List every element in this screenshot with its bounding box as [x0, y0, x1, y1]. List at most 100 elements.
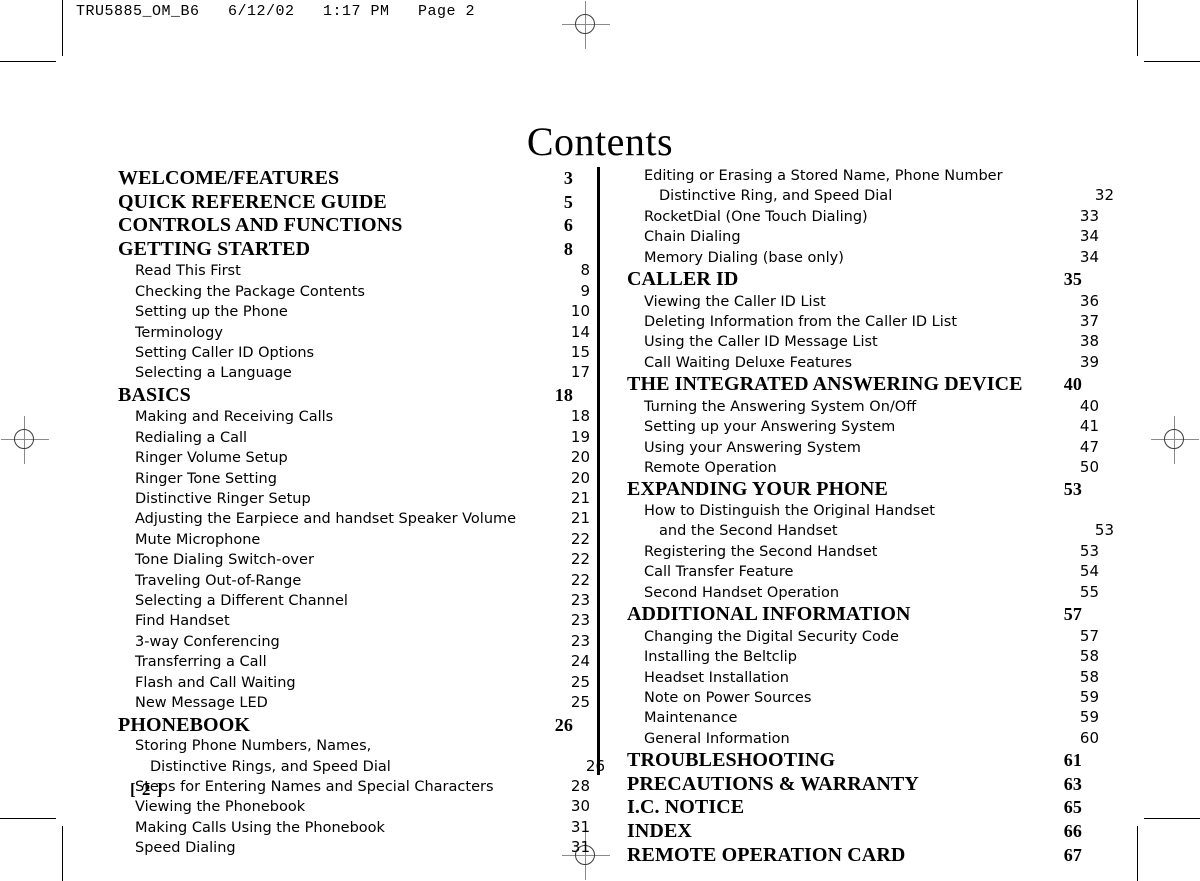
toc-entry[interactable]: Using your Answering System 47	[627, 438, 1099, 458]
toc-entry[interactable]: Terminology 14	[118, 323, 590, 343]
toc-page-number: 47	[1079, 437, 1099, 456]
crop-mark-top-right-horizontal	[1144, 61, 1200, 62]
toc-entry[interactable]: Distinctive Ringer Setup 21	[118, 489, 590, 509]
toc-entry[interactable]: and the Second Handset 53	[627, 521, 1114, 541]
toc-section-heading[interactable]: QUICK REFERENCE GUIDE 5	[118, 191, 573, 215]
toc-section-heading[interactable]: PRECAUTIONS & WARRANTY 63	[627, 773, 1082, 797]
toc-section-label: WELCOME/FEATURES	[118, 167, 340, 189]
toc-section-heading[interactable]: INDEX 66	[627, 820, 1082, 844]
toc-entry[interactable]: Note on Power Sources 59	[627, 688, 1099, 708]
toc-entry[interactable]: Ringer Tone Setting 20	[118, 469, 590, 489]
toc-page-number: 14	[570, 322, 590, 341]
toc-entry[interactable]: Remote Operation 50	[627, 458, 1099, 478]
toc-entry[interactable]: Using the Caller ID Message List 38	[627, 332, 1099, 352]
toc-entry-label: Chain Dialing	[644, 229, 741, 246]
toc-entry[interactable]: Storing Phone Numbers, Names,	[118, 737, 590, 756]
toc-page-number: 18	[570, 407, 590, 426]
toc-section-label: QUICK REFERENCE GUIDE	[118, 190, 387, 213]
toc-entry[interactable]: Find Handset 23	[118, 611, 590, 631]
toc-entry[interactable]: Maintenance 59	[627, 708, 1099, 728]
toc-section-heading[interactable]: THE INTEGRATED ANSWERING DEVICE 40	[627, 373, 1082, 397]
toc-section-label: REMOTE OPERATION CARD	[627, 843, 906, 866]
toc-entry[interactable]: Viewing the Caller ID List 36	[627, 292, 1099, 312]
toc-entry[interactable]: Call Transfer Feature 54	[627, 562, 1099, 582]
toc-section-heading[interactable]: REMOTE OPERATION CARD 67	[627, 844, 1082, 868]
toc-entry[interactable]: Tone Dialing Switch-over 22	[118, 550, 590, 570]
toc-page-number: 20	[570, 468, 590, 487]
toc-entry[interactable]: New Message LED 25	[118, 693, 590, 713]
toc-entry[interactable]: Setting up your Answering System 41	[627, 417, 1099, 437]
toc-entry[interactable]: Selecting a Different Channel 23	[118, 591, 590, 611]
toc-page-number: 26	[585, 756, 605, 775]
toc-entry-label: 3-way Conferencing	[135, 633, 280, 650]
toc-entry[interactable]: Distinctive Rings, and Speed Dial 26	[118, 757, 605, 777]
toc-entry[interactable]: Making and Receiving Calls 18	[118, 407, 590, 427]
toc-page-number: 22	[570, 550, 590, 569]
toc-section-heading[interactable]: ADDITIONAL INFORMATION 57	[627, 603, 1082, 627]
toc-entry[interactable]: Setting up the Phone 10	[118, 302, 590, 322]
toc-entry[interactable]: Speed Dialing 31	[118, 838, 590, 858]
toc-entry[interactable]: Read This First 8	[118, 261, 590, 281]
toc-section-heading[interactable]: WELCOME/FEATURES 3	[118, 167, 573, 191]
toc-entry[interactable]: Headset Installation 58	[627, 668, 1099, 688]
toc-entry[interactable]: Checking the Package Contents 9	[118, 282, 590, 302]
toc-entry[interactable]: Flash and Call Waiting 25	[118, 673, 590, 693]
toc-page-number: 33	[1079, 206, 1099, 225]
toc-entry[interactable]: Setting Caller ID Options 15	[118, 343, 590, 363]
toc-entry-label: Traveling Out-of-Range	[135, 572, 302, 589]
toc-entry[interactable]: Mute Microphone 22	[118, 530, 590, 550]
toc-entry[interactable]: Traveling Out-of-Range 22	[118, 571, 590, 591]
toc-section-heading[interactable]: CONTROLS AND FUNCTIONS 6	[118, 214, 573, 238]
toc-entry-label: Steps for Entering Names and Special Cha…	[135, 778, 494, 795]
toc-section-heading[interactable]: GETTING STARTED 8	[118, 238, 573, 262]
toc-entry[interactable]: Viewing the Phonebook 30	[118, 797, 590, 817]
toc-entry-label: Adjusting the Earpiece and handset Speak…	[135, 511, 517, 528]
toc-section-heading[interactable]: TROUBLESHOOTING 61	[627, 749, 1082, 773]
toc-entry[interactable]: 3-way Conferencing 23	[118, 632, 590, 652]
toc-entry[interactable]: Ringer Volume Setup 20	[118, 448, 590, 468]
toc-entry[interactable]: Memory Dialing (base only) 34	[627, 248, 1099, 268]
toc-entry-label: Deleting Information from the Caller ID …	[644, 314, 958, 331]
toc-entry[interactable]: Second Handset Operation 55	[627, 583, 1099, 603]
toc-page-number: 53	[1079, 541, 1099, 560]
toc-entry[interactable]: Steps for Entering Names and Special Cha…	[118, 777, 590, 797]
toc-entry[interactable]: Deleting Information from the Caller ID …	[627, 312, 1099, 332]
toc-section-heading[interactable]: PHONEBOOK 26	[118, 714, 573, 738]
toc-entry-label: Editing or Erasing a Stored Name, Phone …	[644, 168, 1003, 184]
toc-section-label: CONTROLS AND FUNCTIONS	[118, 214, 403, 237]
toc-entry[interactable]: Registering the Second Handset 53	[627, 542, 1099, 562]
toc-entry[interactable]: Editing or Erasing a Stored Name, Phone …	[627, 167, 1099, 186]
toc-entry[interactable]: How to Distinguish the Original Handset	[627, 502, 1099, 521]
toc-entry[interactable]: General Information 60	[627, 729, 1099, 749]
toc-section-heading[interactable]: I.C. NOTICE 65	[627, 796, 1082, 820]
toc-page-number: 23	[570, 611, 590, 630]
toc-entry[interactable]: Transferring a Call 24	[118, 652, 590, 672]
toc-page-number: 67	[1063, 844, 1082, 865]
toc-entry[interactable]: Call Waiting Deluxe Features 39	[627, 353, 1099, 373]
toc-section-heading[interactable]: CALLER ID 35	[627, 268, 1082, 292]
crop-mark-top-left-horizontal	[0, 61, 56, 62]
toc-entry-label: Using the Caller ID Message List	[644, 334, 878, 351]
toc-entry[interactable]: Selecting a Language 17	[118, 363, 590, 383]
toc-page-number: 34	[1079, 227, 1099, 246]
toc-section-label: THE INTEGRATED ANSWERING DEVICE	[627, 373, 1023, 396]
toc-entry[interactable]: Redialing a Call 19	[118, 428, 590, 448]
toc-page-number: 21	[570, 509, 590, 528]
toc-entry[interactable]: Distinctive Ring, and Speed Dial 32	[627, 186, 1114, 206]
toc-entry-label: Redialing a Call	[135, 429, 248, 446]
toc-entry[interactable]: Turning the Answering System On/Off 40	[627, 397, 1099, 417]
toc-entry[interactable]: Making Calls Using the Phonebook 31	[118, 818, 590, 838]
toc-entry[interactable]: Adjusting the Earpiece and handset Speak…	[118, 509, 590, 529]
toc-entry-label: Storing Phone Numbers, Names,	[135, 738, 372, 755]
toc-entry[interactable]: RocketDial (One Touch Dialing) 33	[627, 207, 1099, 227]
toc-entry-label: Maintenance	[644, 710, 738, 727]
toc-entry[interactable]: Installing the Beltclip 58	[627, 647, 1099, 667]
toc-section-label: ADDITIONAL INFORMATION	[627, 603, 911, 626]
toc-entry[interactable]: Chain Dialing 34	[627, 227, 1099, 247]
toc-section-label: INDEX	[627, 819, 692, 842]
toc-section-heading[interactable]: BASICS 18	[118, 384, 573, 408]
toc-section-heading[interactable]: EXPANDING YOUR PHONE 53	[627, 478, 1082, 502]
toc-entry-label: Viewing the Phonebook	[135, 799, 306, 816]
toc-entry[interactable]: Changing the Digital Security Code 57	[627, 627, 1099, 647]
toc-section-label: I.C. NOTICE	[627, 796, 745, 819]
